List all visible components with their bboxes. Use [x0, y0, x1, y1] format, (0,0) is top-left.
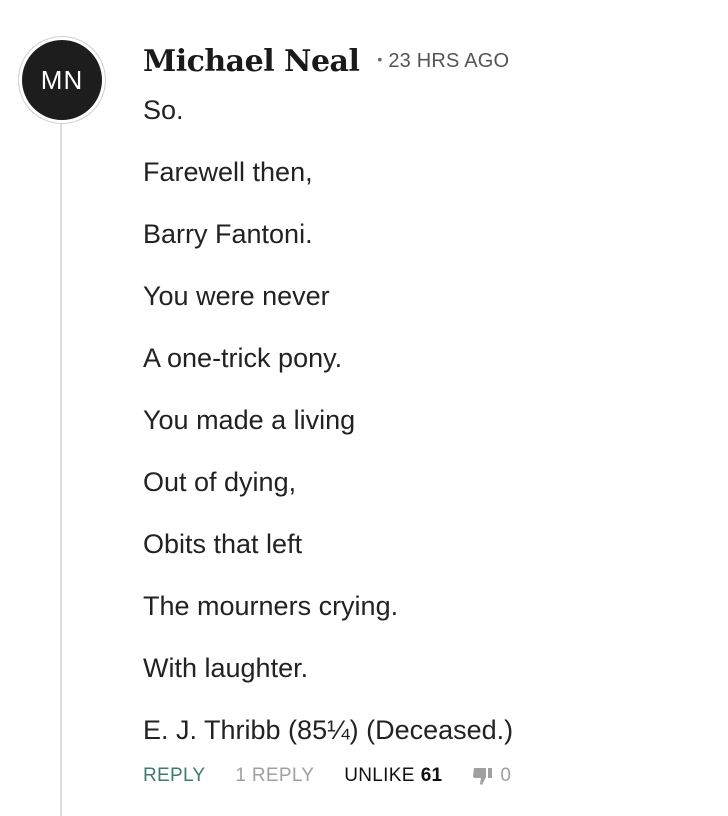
comment-line: So. [143, 95, 184, 125]
comment-line: Farewell then, [143, 157, 313, 187]
avatar[interactable]: MN [18, 36, 106, 124]
comment-line: You were never [143, 281, 330, 311]
dislike-count: 0 [500, 765, 512, 786]
comment-line: The mourners crying. [143, 591, 399, 621]
avatar-initials: MN [22, 40, 102, 120]
comment-line: Out of dying, [143, 467, 297, 497]
comment-line: You made a living [143, 405, 356, 435]
like-count: 61 [420, 765, 443, 786]
separator-dot: • [377, 51, 383, 67]
unlike-button[interactable]: UNLIKE 61 [344, 765, 442, 787]
comment-header: Michael Neal • 23 HRS AGO [143, 40, 509, 82]
comment-body: So. Farewell then, Barry Fantoni. You we… [143, 92, 703, 774]
reply-button[interactable]: REPLY [143, 765, 205, 787]
author-name[interactable]: Michael Neal [143, 44, 360, 79]
thread-line [60, 122, 62, 816]
comment-line: Obits that left [143, 529, 303, 559]
comment-line: A one-trick pony. [143, 343, 343, 373]
comment-line: With laughter. [143, 653, 309, 683]
replies-link[interactable]: 1 REPLY [235, 765, 314, 787]
thumb-down-icon [473, 768, 493, 785]
dislike-button[interactable]: 0 [472, 765, 511, 787]
unlike-label: UNLIKE [344, 765, 415, 786]
comment-line: Barry Fantoni. [143, 219, 313, 249]
timestamp[interactable]: 23 HRS AGO [388, 50, 509, 73]
comment-actions: REPLY 1 REPLY UNLIKE 61 0 [143, 762, 511, 790]
